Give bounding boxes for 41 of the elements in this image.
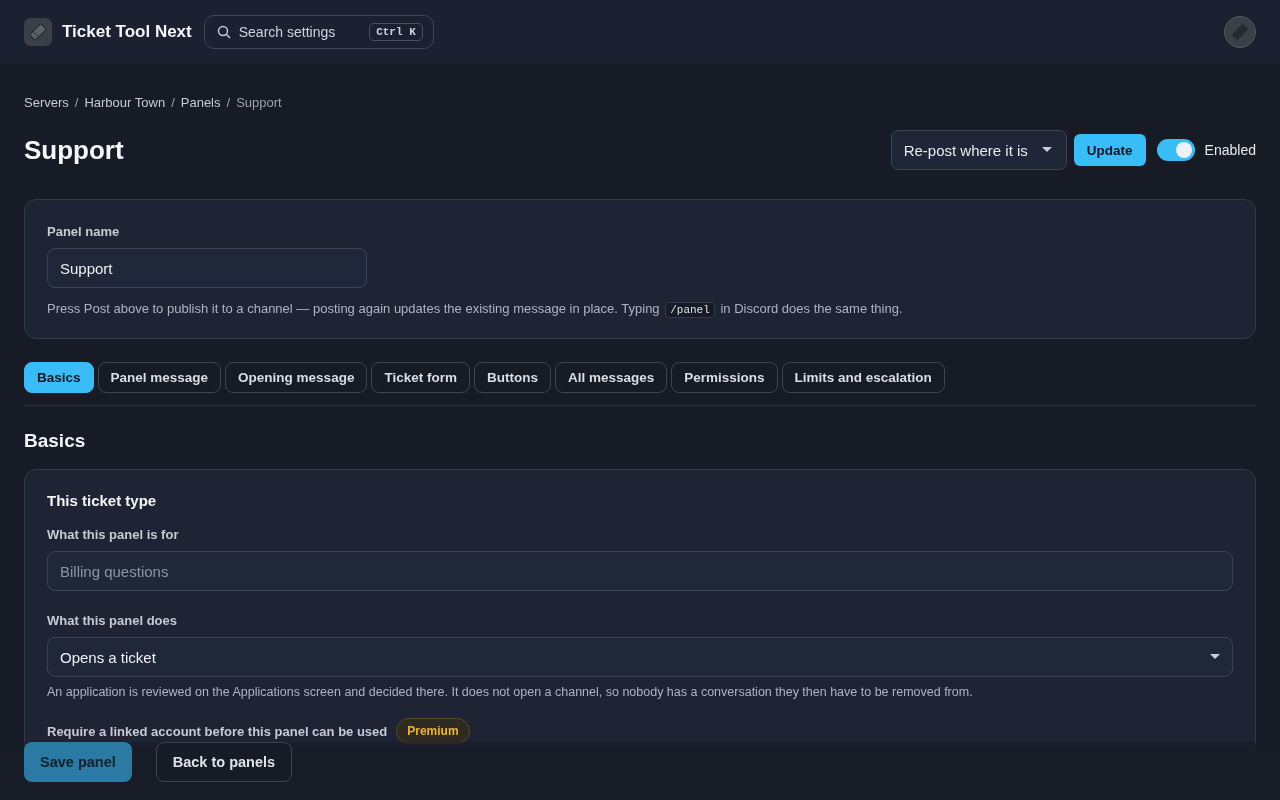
enabled-toggle[interactable]	[1156, 139, 1195, 161]
tab[interactable]: Opening message	[225, 362, 368, 393]
breadcrumb-separator: /	[171, 95, 175, 110]
tab[interactable]: Limits and escalation	[781, 362, 945, 393]
page-title: Support	[24, 134, 124, 166]
breadcrumb-link[interactable]: Harbour Town	[84, 95, 166, 110]
breadcrumb-link[interactable]: Servers	[24, 95, 69, 110]
help-text: Press Post above to publish it to a channel — posting again updates the existing message in place. Typing /panel in Discord does the same thing.	[47, 301, 904, 316]
update-button[interactable]: Update	[1073, 134, 1146, 166]
breadcrumb-link[interactable]: Panels	[180, 95, 221, 110]
action-dropdown[interactable]: Opens a ticket	[47, 637, 1233, 677]
search-placeholder: Search settings	[238, 24, 337, 40]
tab[interactable]: All messages	[554, 362, 668, 393]
breadcrumb-current: Support	[236, 95, 282, 110]
panel-name-field[interactable]: Support	[47, 248, 367, 288]
toggle-label: Enabled	[1204, 142, 1256, 158]
keyboard-shortcut: Ctrl K	[369, 23, 423, 41]
field-label: What this panel is for	[47, 527, 180, 542]
tab[interactable]: Basics	[24, 362, 94, 393]
search-icon	[216, 25, 231, 39]
premium-badge: Premium	[396, 718, 470, 744]
tab[interactable]: Buttons	[473, 362, 551, 393]
back-button[interactable]: Back to panels	[155, 742, 293, 782]
field-label: What this panel does	[47, 613, 178, 628]
search-field[interactable]: Search settings Ctrl K	[203, 15, 434, 49]
tab[interactable]: Permissions	[671, 362, 778, 393]
field-label: Panel name	[47, 224, 121, 239]
purpose-field[interactable]: Billing questions	[47, 551, 1233, 591]
field-label: Require a linked account before this panel can be used	[47, 723, 388, 739]
tab[interactable]: Panel message	[97, 362, 222, 393]
card-title: This ticket type	[47, 492, 158, 509]
section-title: Basics	[24, 430, 87, 452]
post-mode-dropdown[interactable]: Re-post where it is	[890, 130, 1067, 170]
help-text: An application is reviewed on the Applications screen and decided there. It does not open a channel, so nobody has a conversation they then have to be removed from.	[47, 685, 974, 699]
breadcrumb-separator: /	[74, 95, 79, 110]
app-name: Ticket Tool Next	[62, 22, 192, 42]
breadcrumb-separator: /	[226, 95, 231, 110]
caret-icon	[1210, 654, 1220, 660]
tab[interactable]: Ticket form	[371, 362, 470, 393]
caret-icon	[1041, 147, 1052, 153]
ticket-logo-icon	[24, 18, 52, 46]
